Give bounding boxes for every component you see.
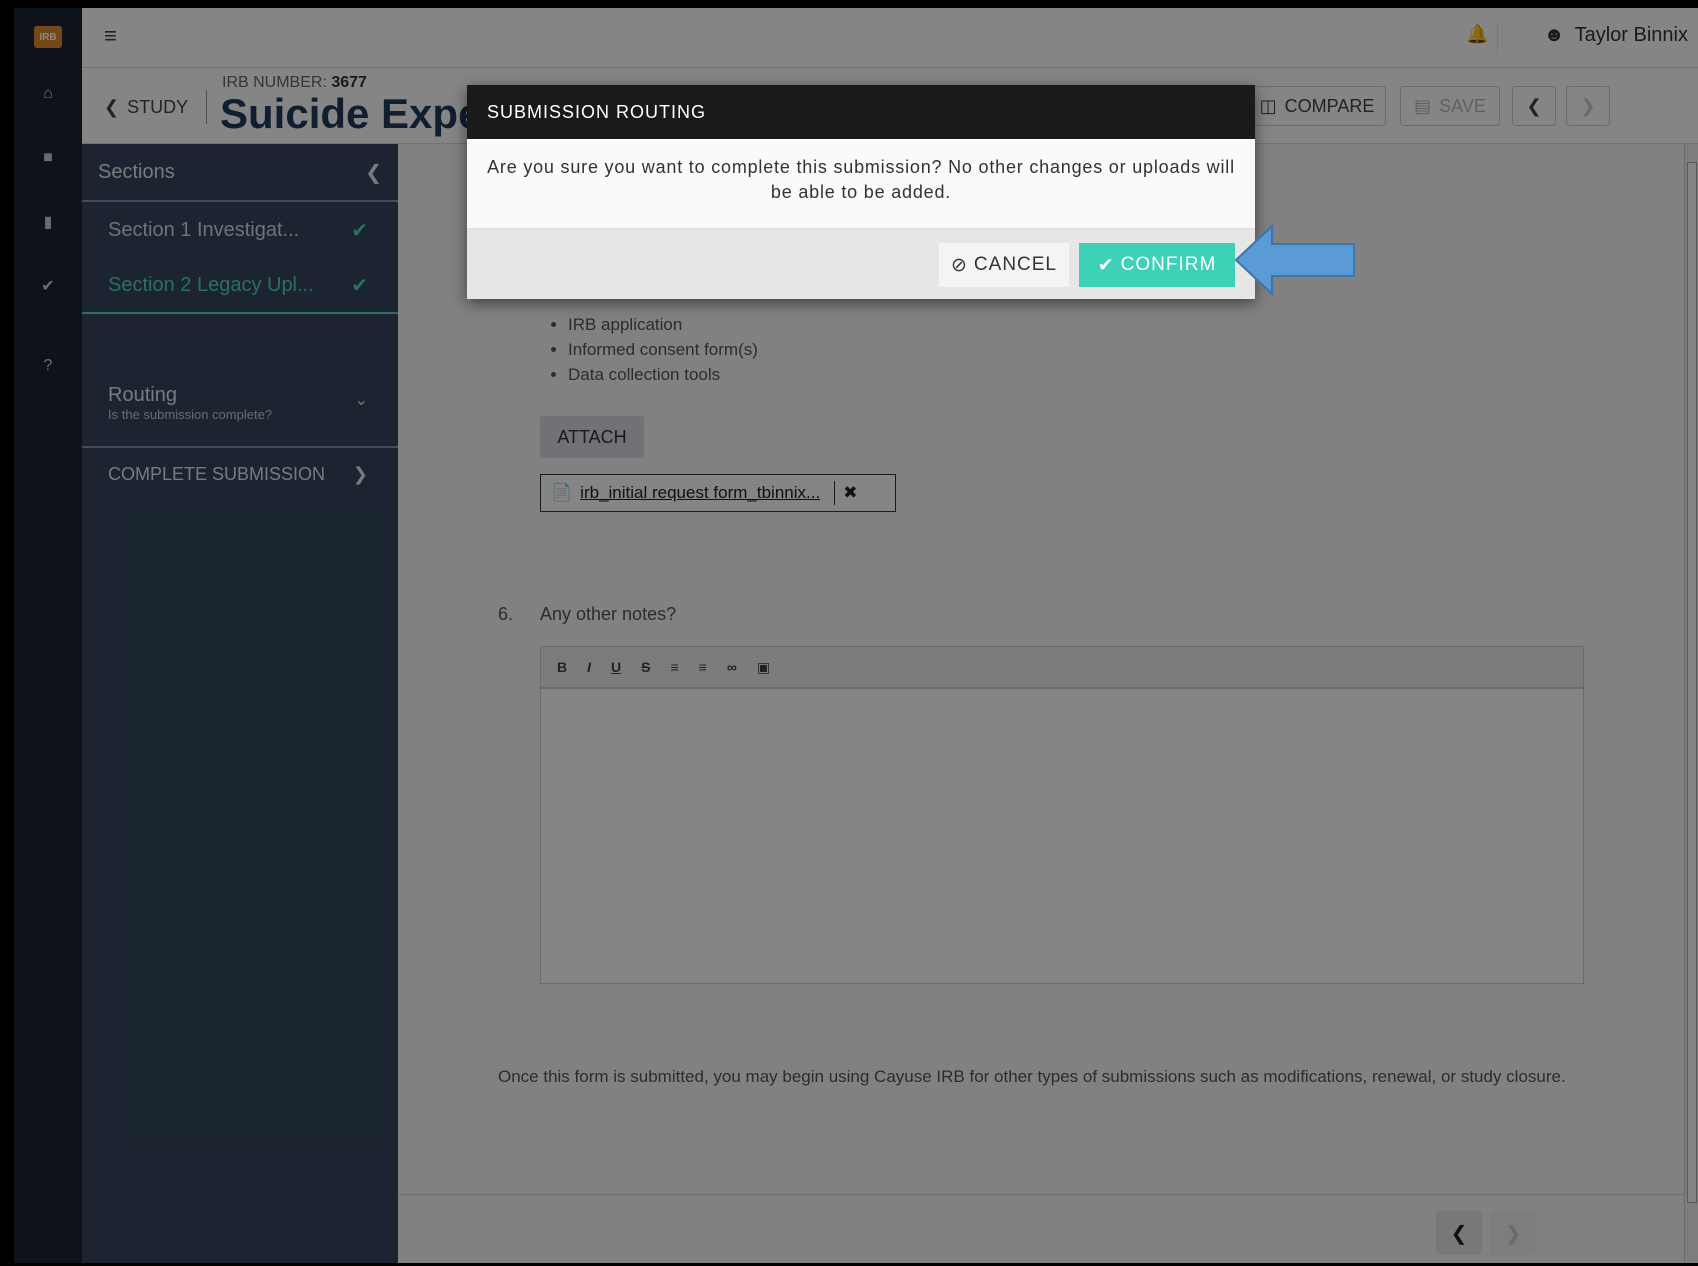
confirm-label: CONFIRM <box>1120 254 1217 275</box>
dialog-title: SUBMISSION ROUTING <box>467 85 1255 139</box>
cancel-label: CANCEL <box>973 254 1057 275</box>
dialog-message: Are you sure you want to complete this s… <box>467 139 1255 229</box>
arrow-pointer-icon <box>1234 224 1355 296</box>
submission-routing-dialog: SUBMISSION ROUTING Are you sure you want… <box>467 85 1255 299</box>
check-icon: ✔ <box>1097 254 1115 276</box>
dialog-footer: ⊘ CANCEL ✔ CONFIRM <box>467 229 1255 299</box>
ban-icon: ⊘ <box>951 254 968 276</box>
confirm-button[interactable]: ✔ CONFIRM <box>1079 243 1235 287</box>
cancel-button[interactable]: ⊘ CANCEL <box>939 243 1069 287</box>
